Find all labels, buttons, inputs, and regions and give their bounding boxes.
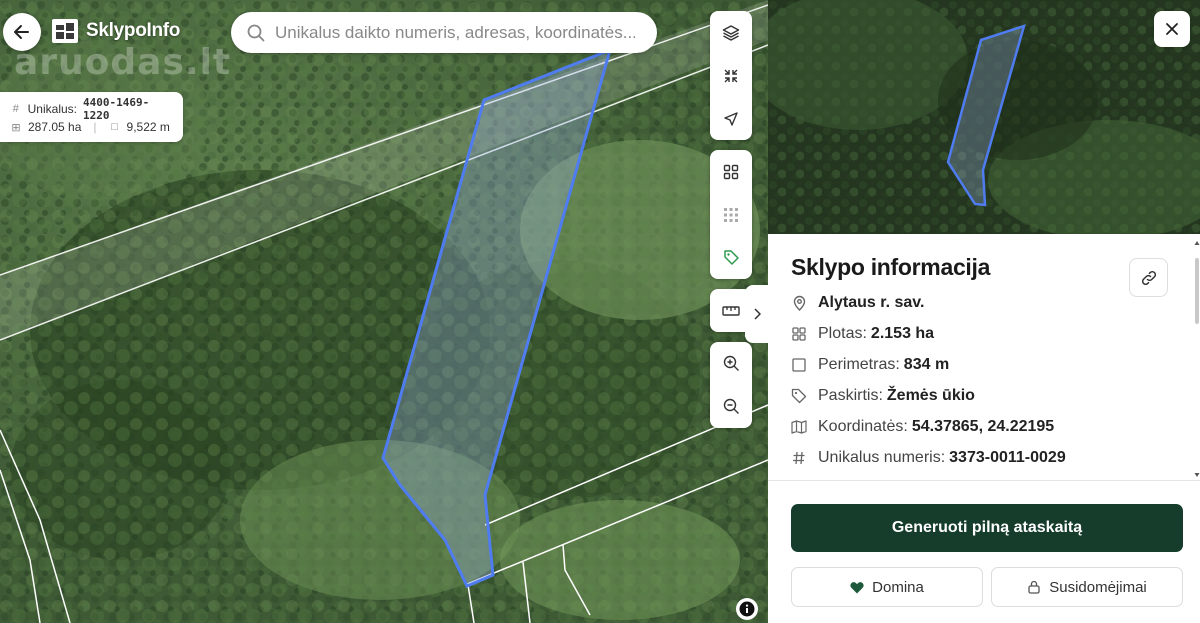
unique-number-label: Unikalus numeris: <box>818 449 946 466</box>
area-value: 2.153 ha <box>870 325 935 342</box>
layers-button[interactable] <box>710 11 752 54</box>
close-button[interactable] <box>1154 11 1190 47</box>
map-toolbar-layers <box>710 150 752 279</box>
navigation-arrow-icon <box>724 111 738 126</box>
pattern-button[interactable] <box>710 193 752 236</box>
search-icon <box>247 24 265 41</box>
satellite-thumbnail <box>768 0 1200 234</box>
copy-link-button[interactable] <box>1129 258 1168 297</box>
divider: | <box>93 120 97 134</box>
parcel-detail-panel: Sklypo informacija Alytaus r. sav. Plota… <box>768 0 1200 623</box>
unique-value: 4400-1469-1220 <box>83 96 150 122</box>
arrow-left-icon <box>14 25 29 39</box>
location-row: Alytaus r. sav. <box>791 294 924 312</box>
location-value: Alytaus r. sav. <box>818 294 925 311</box>
unique-number-row: Unikalus numeris: 3373-0011-0029 <box>791 449 1066 467</box>
perimeter-value: 834 m <box>903 356 950 373</box>
coordinates-row: Koordinatės: 54.37865, 24.22195 <box>791 418 1054 436</box>
scroll-down-icon <box>1194 473 1200 477</box>
layers-icon <box>722 24 740 41</box>
lock-icon <box>1028 580 1040 594</box>
purpose-row: Paskirtis: Žemės ūkio <box>791 387 975 405</box>
map-view[interactable]: SklypoInfo aruodas.lt # Unikalus: 4400-1… <box>0 0 768 623</box>
interested-button[interactable]: Domina <box>791 567 983 607</box>
map-toolbar-top <box>710 11 752 140</box>
interests-label: Susidomėjimai <box>1049 578 1147 596</box>
info-icon <box>739 601 755 617</box>
square-icon <box>791 357 807 373</box>
chevron-right-icon <box>753 308 761 320</box>
zoom-out-button[interactable] <box>710 385 752 428</box>
perimeter-label: Perimetras: <box>818 356 900 373</box>
locate-button[interactable] <box>710 97 752 140</box>
area-label: Plotas: <box>818 325 867 342</box>
watermark-logo: aruodas.lt <box>14 42 232 83</box>
coordinates-value: 54.37865, 24.22195 <box>911 418 1055 435</box>
location-pin-icon <box>791 295 807 311</box>
collapse-icon <box>724 69 738 82</box>
parcel-thumbnail <box>768 0 1200 234</box>
hash-icon: # <box>12 103 19 115</box>
unique-label: Unikalus: <box>27 102 77 116</box>
zoom-in-icon <box>723 355 739 371</box>
tag-icon <box>791 388 807 404</box>
expand-toolbar-button[interactable] <box>745 285 768 343</box>
scrollbar-thumb[interactable] <box>1195 258 1199 324</box>
attribution-button[interactable] <box>736 598 758 620</box>
scroll-up-icon <box>1194 241 1200 245</box>
area-value: 287.05 ha <box>28 120 82 134</box>
parcel-summary-card: # Unikalus: 4400-1469-1220 ⊞ 287.05 ha |… <box>0 92 183 142</box>
interested-label: Domina <box>872 578 924 596</box>
panel-scrollbar[interactable] <box>1194 240 1200 478</box>
parcel-info-section: Sklypo informacija Alytaus r. sav. Plota… <box>768 234 1200 480</box>
perimeter-value: 9,522 m <box>126 120 170 134</box>
interests-button[interactable]: Susidomėjimai <box>991 567 1183 607</box>
coordinates-label: Koordinatės: <box>818 418 908 435</box>
zoom-out-icon <box>723 398 739 414</box>
grid-icon: ⊞ <box>11 121 21 134</box>
heart-icon <box>850 581 864 593</box>
tag-icon <box>723 250 739 265</box>
generate-report-button[interactable]: Generuoti pilną ataskaitą <box>791 504 1183 552</box>
hash-icon <box>791 450 807 466</box>
purpose-value: Žemės ūkio <box>886 387 975 404</box>
brand-name: SklypoInfo <box>86 20 181 41</box>
dot-grid-icon <box>724 207 738 222</box>
panel-title: Sklypo informacija <box>791 254 991 280</box>
collapse-button[interactable] <box>710 54 752 97</box>
search-input[interactable] <box>275 22 635 43</box>
grid-icon <box>791 326 807 342</box>
section-divider <box>768 480 1200 481</box>
area-row: Plotas: 2.153 ha <box>791 325 934 343</box>
unique-number-value: 3373-0011-0029 <box>949 449 1066 466</box>
perimeter-row: Perimetras: 834 m <box>791 356 949 374</box>
tag-button[interactable] <box>710 236 752 279</box>
square-icon: □ <box>111 121 118 133</box>
link-icon <box>1141 270 1156 285</box>
map-icon <box>791 419 807 435</box>
purpose-label: Paskirtis: <box>818 387 883 404</box>
ruler-icon <box>722 305 740 316</box>
search-bar[interactable] <box>231 12 657 53</box>
grid-view-button[interactable] <box>710 150 752 193</box>
zoom-in-button[interactable] <box>710 342 752 385</box>
close-icon <box>1166 23 1178 35</box>
grid-icon <box>723 164 739 179</box>
zoom-controls <box>710 342 752 428</box>
